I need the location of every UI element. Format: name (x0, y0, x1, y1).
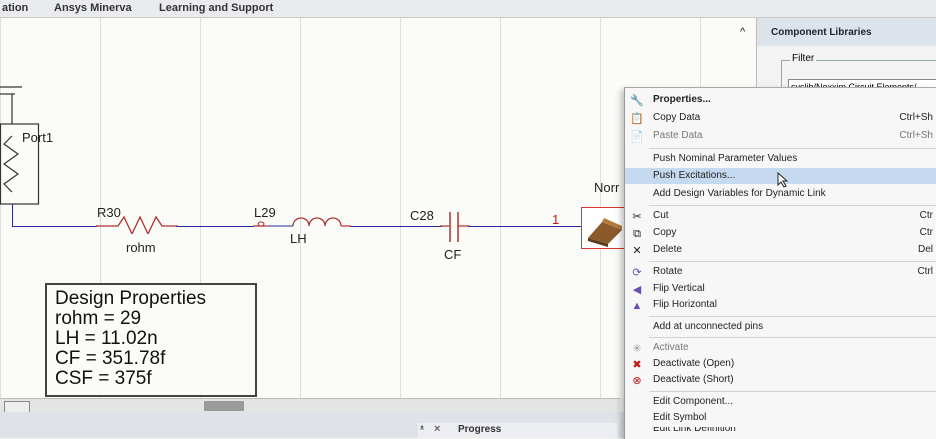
deactivate-open-icon: ✖ (632, 359, 642, 371)
scissors-icon: ✂ (632, 211, 642, 223)
wire (12, 226, 97, 227)
inductor-param: LH (290, 231, 307, 246)
design-property-line: LH = 11.02n (55, 328, 158, 349)
menu-item-add-unconnected-pins[interactable]: Add at unconnected pins (625, 319, 936, 335)
flip-vertical-icon: ◀ (632, 284, 642, 296)
menu-item-cut[interactable]: ✂ Cut Ctr (625, 208, 936, 224)
menu-item-activate[interactable]: ✳ Activate (625, 340, 936, 356)
design-properties-box[interactable]: Design Properties rohm = 29 LH = 11.02n … (45, 283, 257, 397)
resistor-param: rohm (126, 240, 156, 255)
menu-separator (649, 391, 936, 392)
menu-item-flip-horizontal[interactable]: ▲ Flip Horizontal (625, 297, 936, 313)
copy-icon: ⧉ (633, 228, 641, 240)
flip-horizontal-icon: ▲ (631, 300, 643, 312)
menu-separator (649, 316, 936, 317)
horizontal-scrollbar[interactable] (0, 398, 620, 413)
capacitor-name: C28 (410, 208, 434, 223)
resistor-symbol[interactable] (96, 214, 178, 234)
menu-separator (649, 205, 936, 206)
progress-panel: ᵜ × Progress (418, 423, 618, 438)
progress-label: Progress (458, 424, 502, 435)
menu-item-ansys-minerva[interactable]: Ansys Minerva (54, 2, 132, 14)
menu-item-edit-component[interactable]: Edit Component... (625, 394, 936, 410)
menu-separator (649, 148, 936, 149)
menu-item-push-excitations[interactable]: Push Excitations... (625, 168, 936, 188)
menu-item-copy[interactable]: ⧉ Copy Ctr (625, 225, 936, 241)
delete-x-icon: ✕ (632, 245, 642, 257)
deactivate-short-icon: ⊗ (632, 375, 642, 387)
filter-label: Filter (790, 53, 817, 64)
wrench-icon: 🔧 (630, 95, 644, 107)
rotate-icon: ⟳ (632, 267, 642, 279)
port-label: Port1 (22, 130, 54, 145)
menu-item-simulation[interactable]: ation (2, 2, 28, 14)
selected-component[interactable] (581, 207, 627, 249)
menu-item-copy-data[interactable]: 📋 Copy Data Ctrl+Sh (625, 110, 936, 126)
port-symbol[interactable] (0, 84, 45, 209)
design-property-line: rohm = 29 (55, 308, 142, 329)
menu-item-rotate[interactable]: ⟳ Rotate Ctrl (625, 264, 936, 280)
panel-title: Component Libraries (757, 18, 936, 46)
pin-number: 1 (552, 212, 560, 227)
design-property-line: CF = 351.78f (55, 348, 166, 369)
menu-item-deactivate-short[interactable]: ⊗ Deactivate (Short) (625, 372, 936, 388)
collapse-chevron-icon[interactable]: ^ (740, 26, 745, 38)
wire (468, 226, 584, 227)
capacitor-symbol[interactable] (440, 210, 470, 244)
menu-item-paste-data[interactable]: 📄 Paste Data Ctrl+Sh (625, 128, 936, 144)
close-icon[interactable]: × (434, 423, 440, 435)
menu-item-deactivate-open[interactable]: ✖ Deactivate (Open) (625, 356, 936, 372)
capacitor-param: CF (444, 247, 462, 262)
menu-bar: ation Ansys Minerva Learning and Support (0, 0, 936, 18)
activate-icon: ✳ (632, 343, 642, 355)
copy-data-icon: 📋 (630, 113, 644, 125)
menu-item-flip-vertical[interactable]: ◀ Flip Vertical (625, 281, 936, 297)
menu-item-properties[interactable]: 🔧 Properties... (625, 92, 936, 108)
paste-data-icon: 📄 (630, 131, 644, 143)
menu-item-edit-link-definition[interactable]: Edit Link Definition (625, 427, 936, 439)
menu-item-delete[interactable]: ✕ Delete Del (625, 242, 936, 258)
menu-item-learning-support[interactable]: Learning and Support (159, 2, 273, 14)
menu-separator (649, 261, 936, 262)
design-properties-title: Design Properties (55, 288, 207, 309)
scrollbar-thumb[interactable] (204, 401, 244, 411)
component-label-partial: Norr (594, 180, 620, 195)
menu-item-edit-symbol[interactable]: Edit Symbol (625, 410, 936, 426)
menu-item-add-design-vars[interactable]: Add Design Variables for Dynamic Link (625, 186, 936, 202)
wire (350, 226, 442, 227)
pin-icon[interactable]: ᵜ (420, 424, 424, 435)
menu-separator (649, 337, 936, 338)
context-menu: 🔧 Properties... 📋 Copy Data Ctrl+Sh 📄 Pa… (624, 87, 936, 439)
menu-item-push-nominal[interactable]: Push Nominal Parameter Values (625, 151, 936, 167)
component-3d-icon (588, 218, 622, 247)
design-property-line: CSF = 375f (55, 368, 152, 389)
wire (176, 226, 254, 227)
